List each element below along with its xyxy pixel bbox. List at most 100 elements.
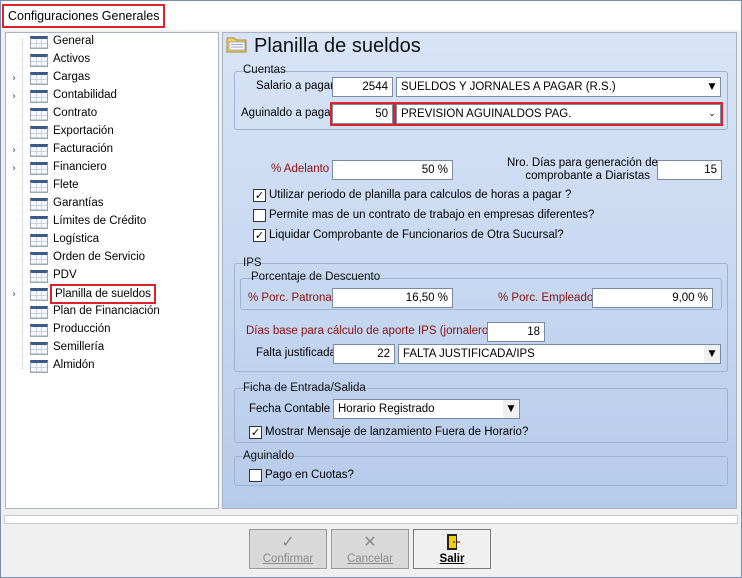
grid-icon: [30, 162, 48, 175]
adelanto-input[interactable]: 50 %: [332, 160, 453, 180]
exit-door-icon: [447, 534, 460, 550]
chevron-right-icon[interactable]: ›: [12, 91, 16, 102]
tree-item-label: Contabilidad: [53, 89, 117, 101]
salario-label: Salario a pagar: [256, 80, 334, 92]
chevron-down-icon[interactable]: ▼: [704, 78, 720, 96]
chevron-right-icon[interactable]: ›: [12, 289, 16, 300]
grid-icon: [30, 72, 48, 85]
tree-item-label: Límites de Crédito: [53, 215, 147, 227]
adelanto-label: % Adelanto: [271, 163, 330, 175]
aguinaldo-account-value: PREVISION AGUINALDOS PAG.: [401, 108, 572, 120]
chevron-right-icon[interactable]: ›: [12, 145, 16, 156]
empleado-input[interactable]: 9,00 %: [592, 288, 713, 308]
window-title: Configuraciones Generales: [2, 4, 166, 28]
grid-icon: [30, 54, 48, 67]
tree-item[interactable]: Límites de Crédito: [6, 214, 216, 232]
pago-cuotas-checkbox[interactable]: [249, 469, 262, 482]
aguinaldo-code-input[interactable]: 50: [330, 102, 395, 126]
tree-item-label: Contrato: [53, 107, 98, 119]
tree-item-label: Semillería: [53, 341, 105, 353]
chevron-down-icon[interactable]: ▼: [503, 400, 519, 418]
tree-item-label: Orden de Servicio: [53, 251, 146, 263]
tree-item-label: Cargas: [53, 71, 91, 83]
falta-select[interactable]: FALTA JUSTIFICADA/IPS ▼: [398, 344, 721, 364]
tree-item-label: Producción: [53, 323, 111, 335]
chevron-down-icon[interactable]: ▼: [704, 345, 720, 363]
grid-icon: [30, 36, 48, 49]
salir-button[interactable]: Salir: [413, 529, 491, 569]
tree-item[interactable]: Garantías: [6, 196, 216, 214]
fecha-contable-select[interactable]: Horario Registrado ▼: [333, 399, 520, 419]
patronal-input[interactable]: 16,50 %: [332, 288, 453, 308]
grid-icon: [30, 252, 48, 265]
grid-icon: [30, 198, 48, 211]
grid-icon: [30, 306, 48, 319]
ips-group-label: IPS: [243, 257, 262, 269]
tree-item[interactable]: Almidón: [6, 358, 216, 376]
grid-icon: [30, 324, 48, 337]
mostrar-mensaje-label: Mostrar Mensaje de lanzamiento Fuera de …: [265, 426, 529, 438]
chevron-right-icon[interactable]: ›: [12, 163, 16, 174]
ficha-group-label: Ficha de Entrada/Salida: [243, 382, 366, 394]
tree-item[interactable]: Plan de Financiación: [6, 304, 216, 322]
tree-item-label: PDV: [53, 269, 77, 281]
falta-code-input[interactable]: 22: [333, 344, 395, 364]
dias-diaristas-label-1: Nro. Días para generación de: [507, 157, 658, 169]
option-checkbox-label: Utilizar periodo de planilla para calcul…: [269, 189, 572, 201]
option-checkbox[interactable]: ✓: [253, 189, 266, 202]
dias-diaristas-input[interactable]: 15: [657, 160, 722, 180]
dias-base-input[interactable]: 18: [487, 322, 545, 342]
patronal-label: % Porc. Patronal: [248, 292, 335, 304]
tree-item[interactable]: › Contabilidad: [6, 88, 216, 106]
page-title: Planilla de sueldos: [254, 35, 421, 57]
grid-icon: [30, 126, 48, 139]
tree-item-label: Flete: [53, 179, 79, 191]
tree-item-label: Logística: [53, 233, 100, 245]
mostrar-mensaje-checkbox[interactable]: ✓: [249, 426, 262, 439]
tree-item[interactable]: Exportación: [6, 124, 216, 142]
tree-item[interactable]: Logística: [6, 232, 216, 250]
tree-item-label: Financiero: [53, 161, 107, 173]
confirmar-button[interactable]: ✓ Confirmar: [249, 529, 327, 569]
tree-item[interactable]: Flete: [6, 178, 216, 196]
cuentas-group-label: Cuentas: [243, 64, 286, 76]
fecha-contable-label: Fecha Contable: [249, 403, 331, 415]
tree-item[interactable]: Orden de Servicio: [6, 250, 216, 268]
descuento-label: Porcentaje de Descuento: [251, 271, 381, 283]
tree-item[interactable]: › Financiero: [6, 160, 216, 178]
tree-item-label: Activos: [53, 53, 91, 65]
chevron-right-icon[interactable]: ›: [12, 73, 16, 84]
tree-item-label: General: [53, 35, 94, 47]
tree-item-label: Facturación: [53, 143, 114, 155]
tree-item[interactable]: › Cargas: [6, 70, 216, 88]
chevron-down-icon[interactable]: ⌄: [704, 105, 720, 123]
grid-icon: [30, 108, 48, 121]
cancelar-button[interactable]: ✕ Cancelar: [331, 529, 409, 569]
tree-item-label: Planilla de sueldos: [50, 284, 156, 304]
tree-item[interactable]: › Planilla de sueldos: [6, 284, 216, 304]
tree-item[interactable]: Semillería: [6, 340, 216, 358]
salario-code-input[interactable]: 2544: [332, 77, 393, 97]
option-checkbox[interactable]: [253, 209, 266, 222]
tree-item[interactable]: General: [6, 34, 216, 52]
settings-tree[interactable]: General Activos › Cargas › Contabilidad Contra…: [5, 32, 219, 509]
aguinaldo-label: Aguinaldo a pagar: [241, 107, 335, 119]
grid-icon: [30, 234, 48, 247]
option-checkbox[interactable]: ✓: [253, 229, 266, 242]
tree-item-label: Exportación: [53, 125, 114, 137]
grid-icon: [30, 342, 48, 355]
empleado-label: % Porc. Empleado: [498, 292, 594, 304]
cross-icon: ✕: [363, 532, 377, 551]
tree-item-label: Plan de Financiación: [53, 305, 160, 317]
tree-item[interactable]: › Facturación: [6, 142, 216, 160]
aguinaldo-account-select[interactable]: PREVISION AGUINALDOS PAG. ⌄: [394, 102, 723, 126]
tree-item[interactable]: Contrato: [6, 106, 216, 124]
grid-icon: [30, 90, 48, 103]
option-checkbox-label: Permite mas de un contrato de trabajo en…: [269, 209, 595, 221]
tree-item[interactable]: Producción: [6, 322, 216, 340]
tree-item[interactable]: Activos: [6, 52, 216, 70]
grid-icon: [30, 144, 48, 157]
aguinaldo-group-label: Aguinaldo: [243, 450, 295, 462]
folder-icon: [226, 37, 247, 53]
salario-account-select[interactable]: SUELDOS Y JORNALES A PAGAR (R.S.) ▼: [396, 77, 721, 97]
